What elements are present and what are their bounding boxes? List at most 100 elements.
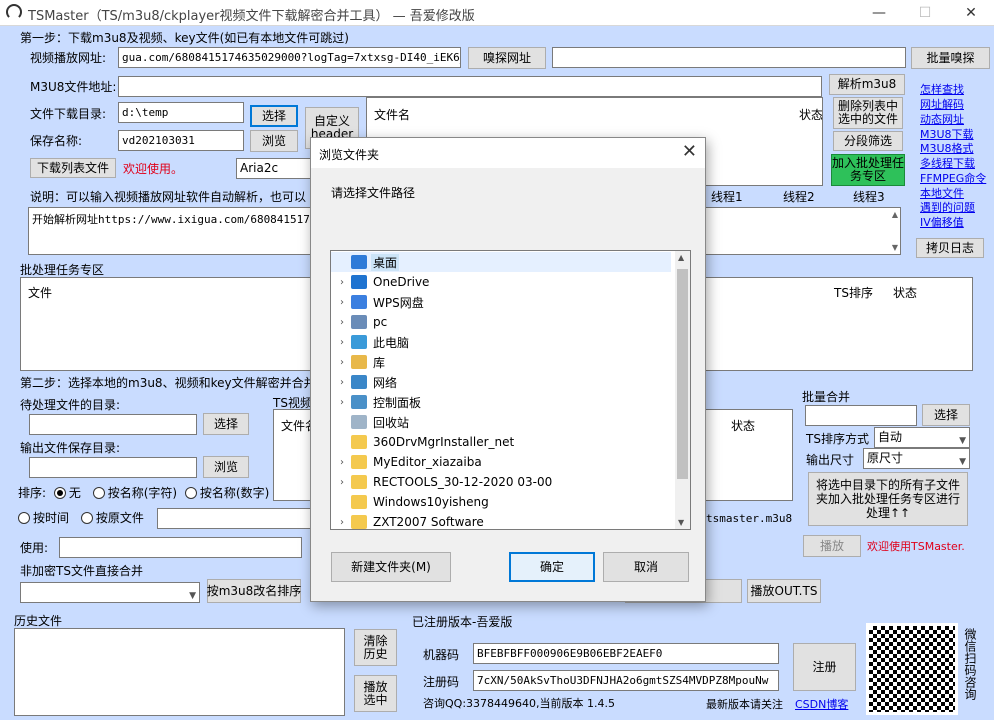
chevron-right-icon[interactable]: ›	[335, 357, 349, 368]
cancel-button[interactable]: 取消	[603, 552, 689, 582]
maximize-button[interactable]: ☐	[902, 0, 948, 26]
segment-filter-button[interactable]: 分段筛选	[833, 131, 903, 151]
new-folder-button[interactable]: 新建文件夹(M)	[331, 552, 451, 582]
batch-sniff-button[interactable]: 批量嗅探	[911, 47, 990, 69]
sort-name-char-radio[interactable]	[92, 487, 105, 499]
link-dynamic-url[interactable]: 动态网址	[920, 113, 964, 126]
add-batch-task-button[interactable]: 加入批处理任务专区	[831, 154, 905, 186]
link-local-file[interactable]: 本地文件	[920, 187, 964, 200]
machine-code-label: 机器码	[423, 648, 460, 662]
video-url-input[interactable]: gua.com/6808415174635029000?logTag=7xtxs…	[118, 47, 461, 68]
chevron-right-icon[interactable]: ›	[335, 297, 349, 308]
batch-merge-dir-input[interactable]	[805, 405, 917, 426]
link-url-decode[interactable]: 网址解码	[920, 98, 964, 111]
tree-item[interactable]: › 控制面板	[331, 392, 671, 412]
unencrypted-merge-select[interactable]: ▼	[20, 582, 200, 603]
tree-item[interactable]: › 库	[331, 352, 671, 372]
sort-time-label: 按时间	[33, 511, 70, 525]
output-dir-input[interactable]	[29, 457, 197, 478]
register-button[interactable]: 注册	[793, 643, 856, 691]
scroll-down-icon[interactable]: ▼	[678, 518, 684, 527]
play-button[interactable]: 播放	[803, 535, 861, 557]
play-selected-button[interactable]: 播放选中	[354, 675, 397, 712]
downloader-select[interactable]: Aria2c	[236, 158, 312, 179]
log-scroll-up-icon[interactable]: ▲	[892, 210, 898, 219]
tree-item[interactable]: › WPS网盘	[331, 292, 671, 312]
ok-button[interactable]: 确定	[509, 552, 595, 582]
dialog-close-icon[interactable]: ✕	[682, 141, 697, 162]
chevron-right-icon[interactable]: ›	[335, 457, 349, 468]
download-dir-input[interactable]: d:\temp	[118, 102, 244, 123]
clear-history-button[interactable]: 清除历史	[354, 629, 397, 666]
link-m3u8-format[interactable]: M3U8格式	[920, 142, 974, 155]
minimize-button[interactable]: —	[856, 0, 902, 26]
sniff-url-button[interactable]: 嗅探网址	[468, 47, 546, 69]
tree-item[interactable]: › RECTOOLS_30-12-2020 03-00	[331, 472, 671, 492]
tree-item[interactable]: › pc	[331, 312, 671, 332]
chevron-right-icon[interactable]: ›	[335, 377, 349, 388]
batch-process-button[interactable]: 将选中目录下的所有子文件夹加入批处理任务专区进行处理↑↑	[808, 472, 968, 526]
batch-merge-header: 批量合并	[802, 390, 851, 404]
control-panel-icon	[351, 395, 367, 409]
scroll-thumb[interactable]	[677, 269, 688, 479]
sort-name-num-radio[interactable]	[184, 487, 197, 499]
save-name-input[interactable]: vd202103031	[118, 130, 244, 151]
use-label: 使用:	[20, 541, 49, 555]
chevron-right-icon[interactable]: ›	[335, 517, 349, 528]
tree-item[interactable]: › OneDrive	[331, 272, 671, 292]
step2-header: 第二步：选择本地的m3u8、视频和key文件解密并合并	[20, 376, 316, 390]
sort-source-radio[interactable]	[80, 512, 93, 524]
batch-merge-select-button[interactable]: 选择	[922, 404, 970, 426]
tree-item[interactable]: 回收站	[331, 412, 671, 432]
history-list[interactable]	[14, 628, 345, 716]
scroll-up-icon[interactable]: ▲	[678, 253, 684, 262]
rename-sort-button[interactable]: 按m3u8改名排序	[207, 579, 301, 603]
output-size-select[interactable]: 原尺寸 ▼	[863, 448, 970, 469]
tree-item[interactable]: › MyEditor_xiazaiba	[331, 452, 671, 472]
sniff-result-input[interactable]	[552, 47, 906, 68]
chevron-right-icon[interactable]: ›	[335, 277, 349, 288]
sort-extra-input[interactable]	[157, 508, 317, 529]
delete-selected-button[interactable]: 删除列表中选中的文件	[833, 97, 903, 129]
link-problems[interactable]: 遇到的问题	[920, 201, 975, 214]
csdn-link[interactable]: CSDN博客	[795, 698, 848, 711]
link-multithread-download[interactable]: 多线程下载	[920, 157, 975, 170]
download-list-button[interactable]: 下载列表文件	[30, 158, 116, 178]
tree-item[interactable]: › 网络	[331, 372, 671, 392]
machine-code-input[interactable]: BFEBFBFF000906E9B06EBF2EAEF0	[473, 643, 779, 664]
chevron-right-icon[interactable]: ›	[335, 337, 349, 348]
log-scroll-down-icon[interactable]: ▼	[892, 243, 898, 252]
use-input[interactable]	[59, 537, 302, 558]
copy-log-button[interactable]: 拷贝日志	[916, 238, 984, 258]
chevron-right-icon[interactable]: ›	[335, 317, 349, 328]
browse-output-button[interactable]: 浏览	[203, 456, 249, 478]
close-button[interactable]: ✕	[948, 0, 994, 26]
sort-none-radio[interactable]	[53, 487, 66, 499]
play-out-ts-button[interactable]: 播放OUT.TS	[747, 579, 821, 603]
reg-code-input[interactable]: 7cXN/50AkSvThoU3DFNJHA2o6gmtSZS4MVDPZ8Mp…	[473, 670, 779, 691]
tree-item[interactable]: 360DrvMgrInstaller_net	[331, 432, 671, 452]
batch-col-ts-sort: TS排序	[834, 286, 873, 300]
output-size-label: 输出尺寸	[806, 453, 855, 467]
tree-item[interactable]: › ZXT2007 Software	[331, 512, 671, 529]
m3u8-url-input[interactable]	[118, 76, 822, 97]
sort-time-radio[interactable]	[18, 512, 30, 524]
ts-sort-method-select[interactable]: 自动 ▼	[874, 427, 970, 448]
tree-scrollbar[interactable]: ▲ ▼	[675, 251, 690, 529]
select-download-dir-button[interactable]: 选择	[250, 105, 298, 127]
parse-m3u8-button[interactable]: 解析m3u8	[829, 74, 905, 95]
link-how-to-find[interactable]: 怎样查找	[920, 83, 964, 96]
link-ffmpeg-command[interactable]: FFMPEG命令	[920, 172, 986, 185]
browse-save-button[interactable]: 浏览	[250, 130, 298, 152]
link-m3u8-download[interactable]: M3U8下载	[920, 128, 974, 141]
tree-item[interactable]: › 此电脑	[331, 332, 671, 352]
pending-dir-input[interactable]	[29, 414, 197, 435]
select-pending-dir-button[interactable]: 选择	[203, 413, 249, 435]
tree-item[interactable]: 桌面	[331, 252, 671, 272]
tree-item-label: MyEditor_xiazaiba	[373, 455, 482, 469]
folder-tree[interactable]: 桌面 › OneDrive › WPS网盘 › pc › 此电脑 › 库 › 网络 › 控制面板 回收站 360…	[330, 250, 691, 530]
link-iv-offset[interactable]: IV偏移值	[920, 216, 964, 229]
chevron-right-icon[interactable]: ›	[335, 397, 349, 408]
chevron-right-icon[interactable]: ›	[335, 477, 349, 488]
tree-item[interactable]: Windows10yisheng	[331, 492, 671, 512]
